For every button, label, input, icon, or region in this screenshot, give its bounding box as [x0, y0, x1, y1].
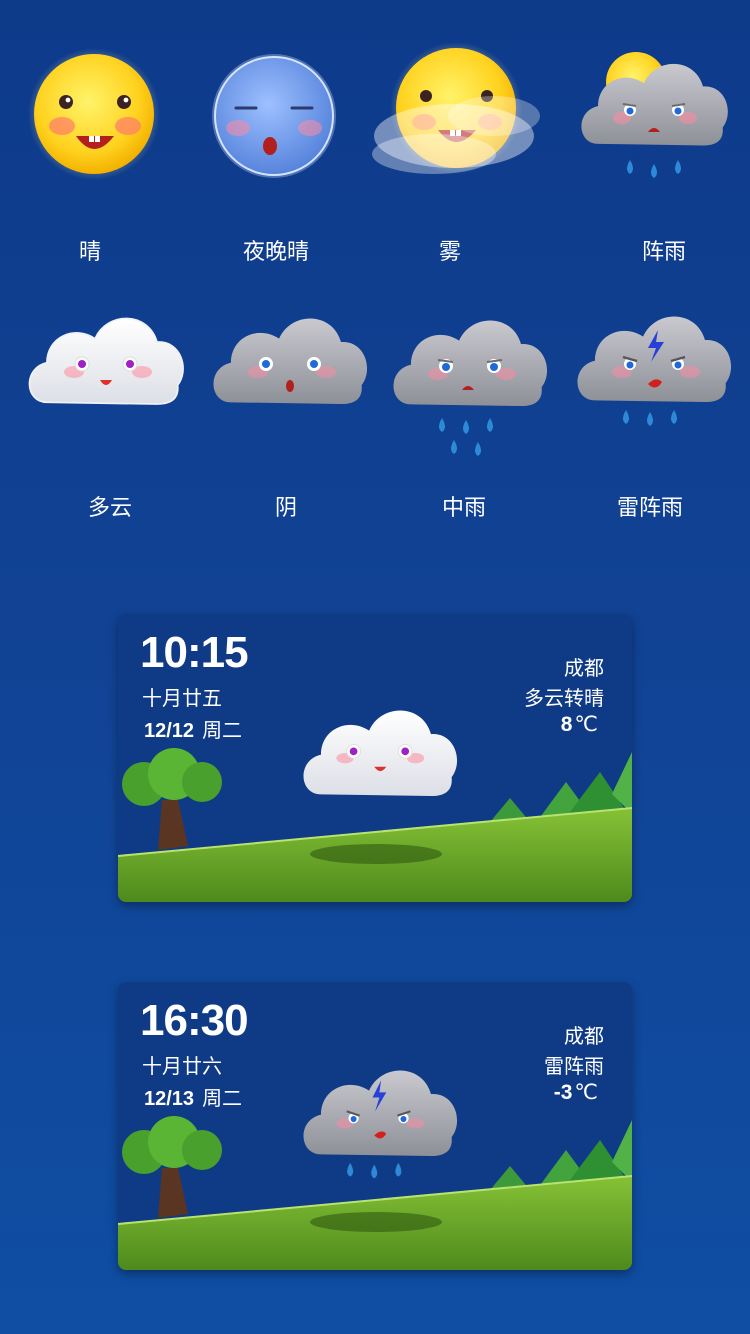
- moderate-rain-cloud-icon: [393, 320, 548, 456]
- thunder-shower-cloud-icon: [577, 316, 732, 426]
- widget-weekday: 周二: [202, 1088, 243, 1110]
- weather-icon-night[interactable]: 夜晚晴: [184, 40, 364, 270]
- weather-icon-shower[interactable]: 阵雨: [570, 40, 750, 270]
- partly-cloudy-cloud-icon: [28, 317, 184, 405]
- widget-temp-unit: ℃: [574, 713, 598, 736]
- icon-label-partly-cloudy: 多云: [87, 495, 133, 520]
- widget-weekday: 周二: [202, 720, 243, 742]
- sun-face-icon: [28, 48, 160, 180]
- weather-icon-moderate-rain[interactable]: 中雨: [384, 300, 564, 530]
- tree-icon: [122, 1116, 222, 1218]
- widget-lunar-date: 十月廿六: [142, 1056, 222, 1078]
- fog-sun-face-icon: [372, 42, 540, 174]
- widget-temperature: -3℃: [554, 1080, 598, 1105]
- widget-lunar-date: 十月廿五: [142, 688, 222, 710]
- weather-icon-thunder-shower[interactable]: 雷阵雨: [568, 296, 748, 526]
- thunder-cloud-icon: [303, 1070, 458, 1179]
- widget-temp-value: 8: [560, 713, 573, 736]
- icon-label-thunder-shower: 雷阵雨: [616, 495, 684, 520]
- white-cloud-icon: [303, 710, 458, 797]
- widget-date: 12/12 周二: [144, 714, 242, 743]
- icon-label-sunny: 晴: [78, 239, 102, 264]
- weather-icon-fog[interactable]: 雾: [364, 36, 544, 266]
- widget-city: 成都: [564, 1026, 604, 1048]
- weather-icon-sunny[interactable]: 晴: [4, 40, 184, 270]
- icon-label-moderate-rain: 中雨: [441, 495, 487, 520]
- night-moon-face-icon: [212, 54, 336, 178]
- widget-temp-value: -3: [553, 1081, 573, 1104]
- widget-temperature: 8℃: [561, 712, 598, 737]
- widget-condition: 多云转晴: [524, 688, 604, 710]
- widget-temp-unit: ℃: [574, 1081, 598, 1104]
- icon-label-overcast: 阴: [274, 495, 298, 520]
- widget-time: 16:30: [140, 996, 249, 1045]
- widget-date-value: 12/12: [144, 720, 195, 742]
- shower-cloud-icon: [581, 52, 728, 178]
- icon-label-shower: 阵雨: [641, 239, 687, 264]
- overcast-cloud-icon: [213, 318, 368, 405]
- widget-date: 12/13 周二: [144, 1082, 242, 1111]
- weather-widget-2[interactable]: 16:30 十月廿六 12/13 周二 成都 雷阵雨 -3℃: [118, 982, 632, 1270]
- widget-time: 10:15: [140, 628, 249, 677]
- widget-date-value: 12/13: [144, 1088, 195, 1110]
- weather-icon-overcast[interactable]: 阴: [204, 300, 384, 530]
- widget-condition: 雷阵雨: [544, 1056, 604, 1078]
- weather-icon-partly-cloudy[interactable]: 多云: [20, 300, 200, 530]
- icon-label-night: 夜晚晴: [242, 239, 310, 264]
- widget-city: 成都: [564, 658, 604, 680]
- icon-label-fog: 雾: [438, 239, 462, 264]
- weather-widget-1[interactable]: 10:15 十月廿五 12/12 周二 成都 多云转晴 8℃: [118, 614, 632, 902]
- tree-icon: [122, 748, 222, 850]
